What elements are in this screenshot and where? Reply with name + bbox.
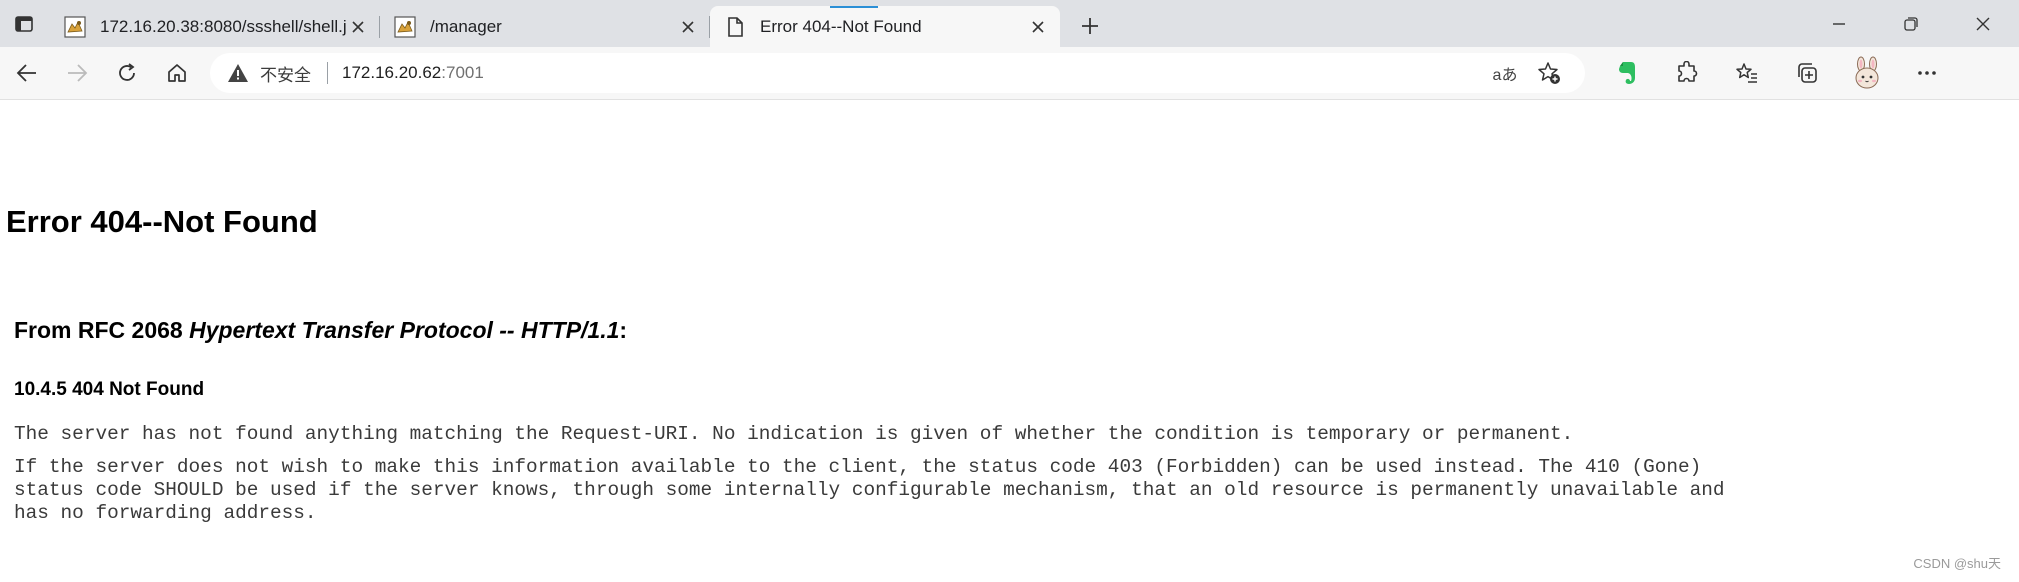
tab-title: 172.16.20.38:8080/ssshell/shell.jsp — [100, 16, 346, 36]
close-icon — [1032, 20, 1044, 33]
tab-actions-button[interactable] — [6, 6, 42, 42]
tab-title: Error 404--Not Found — [760, 16, 922, 36]
tab-error-404[interactable]: Error 404--Not Found — [710, 6, 1060, 47]
tomcat-cat-icon — [394, 15, 416, 38]
new-tab-button[interactable] — [1070, 6, 1110, 46]
warning-triangle-icon — [228, 64, 248, 82]
paragraph-line: status code SHOULD be used if the server… — [14, 479, 1725, 501]
restore-button[interactable] — [1875, 0, 1947, 47]
address-separator — [327, 62, 328, 84]
tab-loading-indicator — [830, 6, 878, 8]
address-bar-actions: aあ — [1483, 53, 1571, 93]
url-port: :7001 — [441, 63, 484, 82]
watermark: CSDN @shu天 — [1913, 556, 2001, 571]
back-button[interactable] — [4, 53, 50, 93]
minimize-icon — [1833, 22, 1845, 25]
star-add-icon — [1538, 62, 1560, 84]
settings-more-button[interactable] — [1897, 53, 1957, 93]
close-tab-button[interactable] — [346, 15, 370, 39]
security-status-label[interactable]: 不安全 — [260, 61, 311, 86]
read-aloud-button[interactable]: aあ — [1483, 53, 1527, 93]
browser-toolbar: 不安全 172.16.20.62:7001 aあ — [0, 47, 2019, 100]
forward-button[interactable] — [54, 53, 100, 93]
close-icon — [682, 20, 694, 33]
paragraph-forbidden-gone: If the server does not wish to make this… — [14, 456, 1725, 525]
paragraph-line: has no forwarding address. — [14, 502, 317, 524]
puzzle-piece-icon — [1678, 61, 1698, 82]
extensions-button[interactable] — [1657, 53, 1717, 93]
paragraph-not-found: The server has not found anything matchi… — [14, 423, 1574, 445]
window-controls — [1803, 0, 2019, 47]
evernote-icon — [1619, 62, 1635, 84]
close-tab-button[interactable] — [676, 15, 700, 39]
add-favorite-button[interactable] — [1527, 53, 1571, 93]
evernote-extension-button[interactable] — [1597, 53, 1657, 93]
address-bar[interactable]: 不安全 172.16.20.62:7001 aあ — [210, 53, 1585, 93]
url-text[interactable]: 172.16.20.62:7001 — [342, 63, 484, 83]
tab-actions-icon — [15, 16, 33, 32]
more-horizontal-icon — [1918, 71, 1936, 75]
tomcat-cat-icon — [64, 15, 86, 38]
subtitle-suffix: : — [619, 317, 628, 343]
restore-icon — [1904, 16, 1918, 31]
section-title: 10.4.5 404 Not Found — [14, 379, 205, 400]
close-tab-button[interactable] — [1026, 15, 1050, 39]
close-window-button[interactable] — [1947, 0, 2019, 47]
page-icon — [728, 16, 743, 37]
url-host: 172.16.20.62 — [342, 63, 442, 82]
subtitle-prefix: From RFC 2068 — [14, 317, 190, 343]
paragraph-line: If the server does not wish to make this… — [14, 456, 1702, 478]
tab-manager[interactable]: /manager — [380, 6, 710, 47]
home-icon — [168, 64, 186, 82]
extensions-area — [1597, 53, 1957, 93]
collections-button[interactable] — [1777, 53, 1837, 93]
favorites-list-icon — [1736, 63, 1757, 83]
arrow-left-icon — [16, 64, 36, 82]
subtitle-protocol: Hypertext Transfer Protocol -- HTTP/1.1 — [189, 317, 620, 343]
close-icon — [1976, 17, 1990, 30]
close-icon — [352, 20, 364, 33]
rfc-subtitle: From RFC 2068 Hypertext Transfer Protoco… — [14, 317, 627, 344]
home-button[interactable] — [154, 53, 200, 93]
tab-strip: 172.16.20.38:8080/ssshell/shell.jsp /man… — [0, 0, 2019, 47]
minimize-button[interactable] — [1803, 0, 1875, 47]
profile-button[interactable] — [1837, 53, 1897, 93]
refresh-icon — [119, 63, 135, 81]
tab-title: /manager — [430, 16, 502, 36]
rabbit-avatar-icon — [1855, 56, 1879, 89]
plus-icon — [1082, 18, 1098, 34]
page-title: Error 404--Not Found — [6, 204, 318, 239]
refresh-button[interactable] — [104, 53, 150, 93]
collections-icon — [1798, 63, 1817, 83]
warning-icon[interactable] — [226, 61, 250, 85]
arrow-right-icon — [68, 64, 88, 82]
favorites-button[interactable] — [1717, 53, 1777, 93]
tab-shell-jsp[interactable]: 172.16.20.38:8080/ssshell/shell.jsp — [50, 6, 380, 47]
